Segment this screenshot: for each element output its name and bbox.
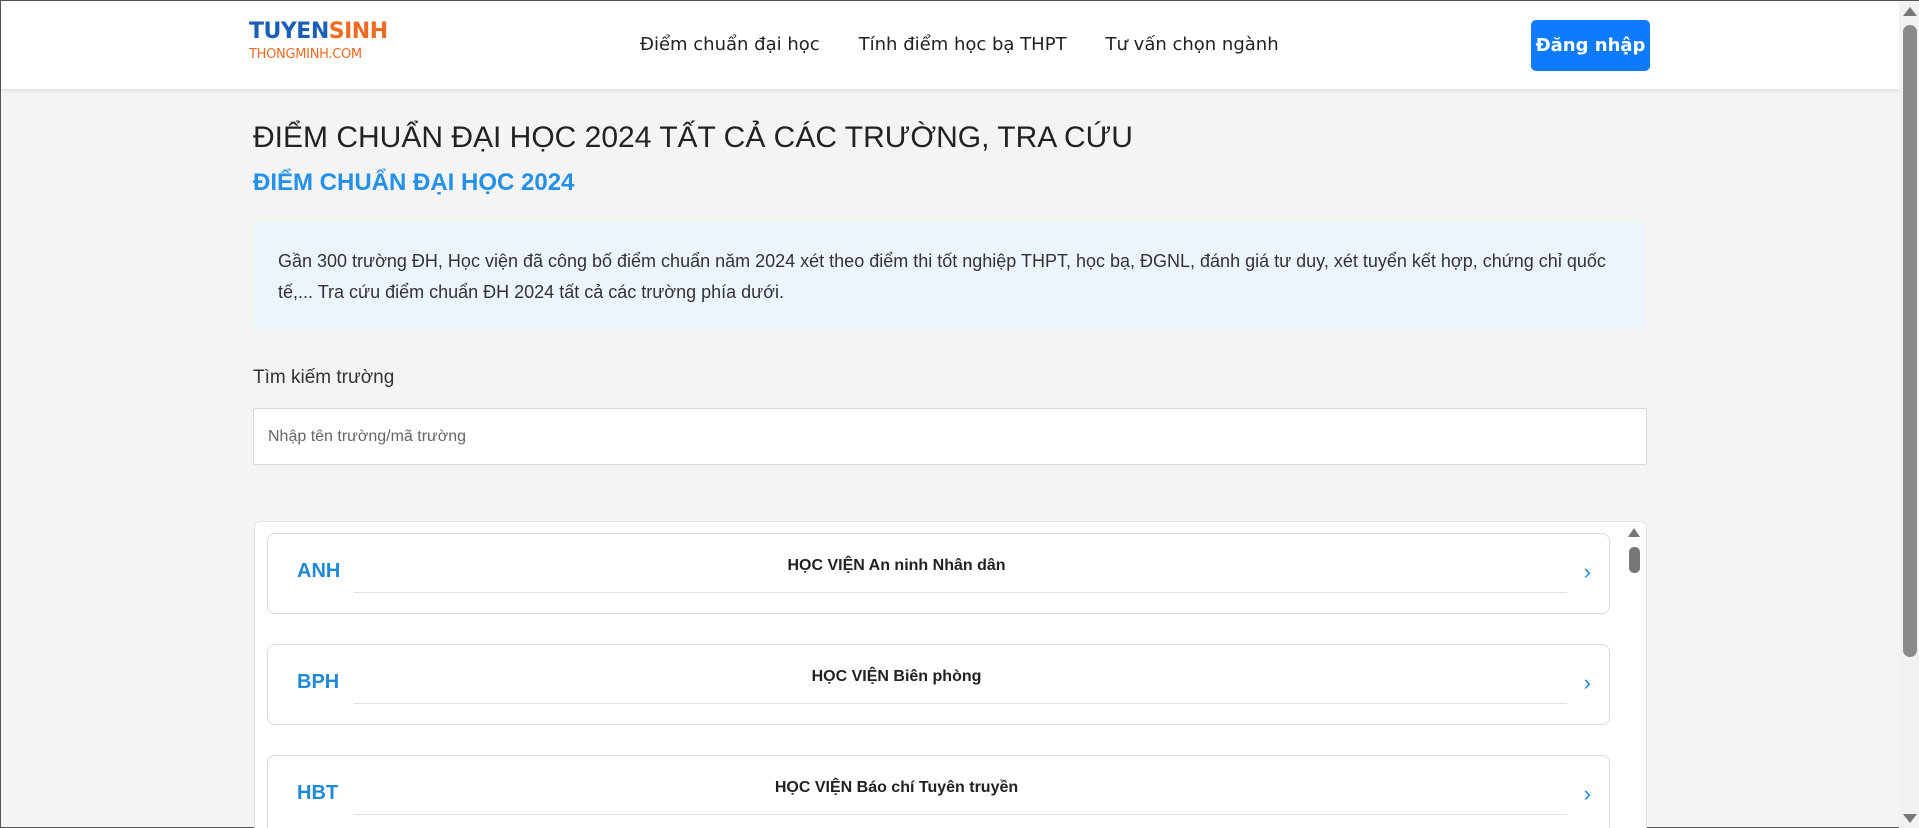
school-name: HỌC VIỆN Biên phòng <box>811 668 982 685</box>
school-code: HBT <box>297 782 339 804</box>
logo-wordmark: TUYENSINH <box>249 19 388 45</box>
login-button[interactable]: Đăng nhập <box>1531 20 1650 71</box>
nav-item-tinh-diem-hoc-ba[interactable]: Tính điểm học bạ THPT <box>859 33 1067 57</box>
school-card[interactable]: ANH HỌC VIỆN An ninh Nhân dân › <box>267 533 1610 614</box>
chevron-right-icon[interactable]: › <box>1584 672 1591 694</box>
main-nav: Điểm chuẩn đại học Tính điểm học bạ THPT… <box>640 33 1318 57</box>
chevron-right-icon[interactable]: › <box>1584 783 1591 805</box>
school-code: BPH <box>297 671 340 693</box>
scroll-up-arrow-icon[interactable] <box>1628 528 1640 537</box>
site-logo[interactable]: TUYENSINH THONGMINH.COM <box>249 19 388 63</box>
school-name: HỌC VIỆN An ninh Nhân dân <box>787 557 1006 574</box>
list-scrollbar[interactable] <box>1625 523 1643 828</box>
notice-box: Gần 300 trường ĐH, Học viện đã công bố đ… <box>254 222 1646 328</box>
site-header: TUYENSINH THONGMINH.COM Điểm chuẩn đại h… <box>1 1 1899 89</box>
scroll-down-arrow-icon[interactable] <box>1903 814 1917 823</box>
scroll-up-arrow-icon[interactable] <box>1903 7 1917 16</box>
logo-text-tuyen: TUYEN <box>249 19 329 44</box>
chevron-right-icon[interactable]: › <box>1584 561 1591 583</box>
list-scrollbar-thumb[interactable] <box>1629 547 1640 573</box>
school-list: ANH HỌC VIỆN An ninh Nhân dân › BPH HỌC … <box>254 521 1647 828</box>
divider <box>354 592 1567 593</box>
divider <box>354 814 1567 815</box>
logo-domain: THONGMINH.COM <box>249 47 362 62</box>
school-code: ANH <box>297 560 341 582</box>
search-label: Tìm kiếm trường <box>253 367 395 388</box>
divider <box>354 703 1567 704</box>
page-scrollbar[interactable] <box>1899 1 1919 828</box>
page-scrollbar-thumb[interactable] <box>1903 25 1917 657</box>
school-card[interactable]: HBT HỌC VIỆN Báo chí Tuyên truyền › <box>267 755 1610 828</box>
school-name: HỌC VIỆN Báo chí Tuyên truyền <box>774 779 1019 796</box>
logo-text-sinh: SINH <box>328 19 388 44</box>
page-subtitle: ĐIỂM CHUẨN ĐẠI HỌC 2024 <box>253 169 575 196</box>
notice-text: Gần 300 trường ĐH, Học viện đã công bố đ… <box>278 251 1606 302</box>
nav-item-tu-van-chon-nganh[interactable]: Tư vấn chọn ngành <box>1106 33 1279 57</box>
page-title: ĐIỂM CHUẨN ĐẠI HỌC 2024 TẤT CẢ CÁC TRƯỜN… <box>253 121 1133 154</box>
nav-item-diem-chuan[interactable]: Điểm chuẩn đại học <box>640 33 820 57</box>
school-card[interactable]: BPH HỌC VIỆN Biên phòng › <box>267 644 1610 725</box>
search-input[interactable] <box>253 408 1647 465</box>
